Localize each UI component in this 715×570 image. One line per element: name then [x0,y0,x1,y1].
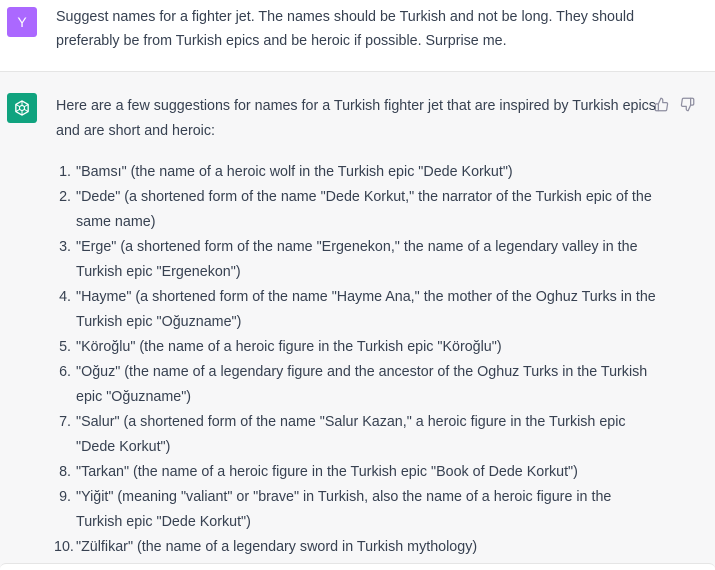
openai-logo-icon [7,93,37,123]
list-item-text: "Zülfikar" (the name of a legendary swor… [76,539,478,555]
assistant-message-text: Here are a few suggestions for names for… [54,94,656,560]
list-item-number: 4. [59,289,71,305]
list-item-text: "Salur" (a shortened form of the name "S… [76,414,626,455]
thumbs-down-icon[interactable] [678,95,696,113]
list-item-text: "Hayme" (a shortened form of the name "H… [76,289,656,330]
list-item: 6. "Oğuz" (the name of a legendary figure… [56,360,656,410]
list-item: 1. "Bamsı" (the name of a heroic wolf in … [56,160,656,185]
list-item-text: "Yiğit" (meaning "valiant" or "brave" in… [76,489,612,530]
list-item-number: 3. [59,239,71,255]
list-item: 5. "Köroğlu" (the name of a heroic figure… [56,335,656,360]
list-item: 7. "Salur" (a shortened form of the name … [56,410,656,460]
assistant-message-row: Here are a few suggestions for names for… [0,72,715,569]
list-item-text: "Oğuz" (the name of a legendary figure a… [76,364,648,405]
list-item-number: 6. [59,364,71,380]
list-item-number: 9. [59,489,71,505]
list-item: 9. "Yiğit" (meaning "valiant" or "brave" … [56,485,656,535]
list-item-text: "Bamsı" (the name of a heroic wolf in th… [76,164,513,180]
list-item: 4. "Hayme" (a shortened form of the name … [56,285,656,335]
list-item-text: "Erge" (a shortened form of the name "Er… [76,239,638,280]
list-item-text: "Dede" (a shortened form of the name "De… [76,189,652,230]
list-item-number: 7. [59,414,71,430]
list-item-number: 10. [54,539,74,555]
feedback-buttons [652,95,696,113]
list-item-text: "Köroğlu" (the name of a heroic figure i… [76,339,502,355]
suggestion-list: 1. "Bamsı" (the name of a heroic wolf in … [54,160,656,560]
list-item-number: 8. [59,464,71,480]
list-item-number: 5. [59,339,71,355]
user-message-row: Y Suggest names for a fighter jet. The n… [0,0,715,72]
list-item: 10. "Zülfikar" (the name of a legendary s… [54,535,656,560]
list-item-number: 2. [59,189,71,205]
assistant-intro: Here are a few suggestions for names for… [56,98,656,139]
list-item-number: 1. [59,164,71,180]
user-message-text: Suggest names for a fighter jet. The nam… [56,9,635,49]
list-item: 8. "Tarkan" (the name of a heroic figure … [56,460,656,485]
list-item: 2. "Dede" (a shortened form of the name "… [56,185,656,235]
list-item-text: "Tarkan" (the name of a heroic figure in… [76,464,578,480]
list-item: 3. "Erge" (a shortened form of the name "… [56,235,656,285]
user-avatar: Y [7,7,37,37]
